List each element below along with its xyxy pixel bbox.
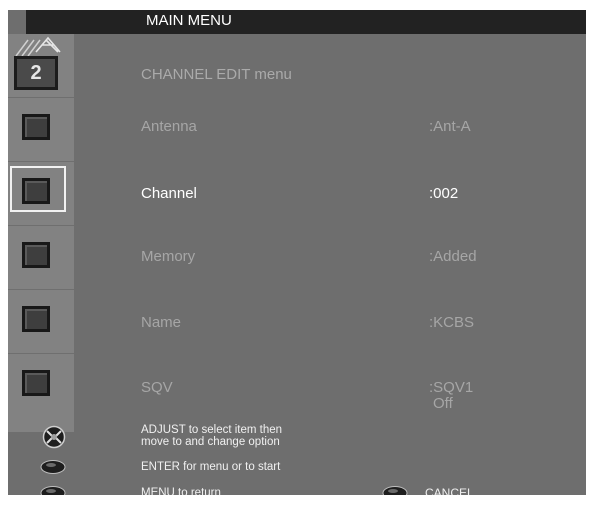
menu-item-channel[interactable]: Channel (141, 185, 197, 202)
square-icon (22, 306, 50, 332)
menu-button-icon (40, 486, 66, 495)
item-icon-cell-antenna[interactable] (8, 98, 74, 162)
help-cancel: CANCEL (425, 486, 474, 495)
item-icon-cell-channel[interactable] (8, 162, 74, 226)
item-icon-cell-name[interactable] (8, 290, 74, 354)
help-enter: ENTER for menu or to start (141, 461, 281, 473)
main-menu-title-bar: MAIN MENU (26, 10, 586, 34)
square-icon (22, 178, 50, 204)
main-menu-title: MAIN MENU (146, 12, 232, 29)
help-adjust-line2: move to and change option (141, 436, 280, 448)
square-icon (22, 242, 50, 268)
menu-item-antenna[interactable]: Antenna (141, 118, 197, 135)
item-icon-cell-sqv[interactable] (8, 354, 74, 418)
channel-edit-menu-title: CHANNEL EDIT menu (141, 66, 292, 83)
square-icon (22, 370, 50, 396)
menu-item-sqv[interactable]: SQV (141, 379, 173, 396)
menu-item-name[interactable]: Name (141, 314, 181, 331)
antenna-icon (15, 36, 61, 57)
menu-value-memory[interactable]: :Added (429, 248, 477, 265)
menu-value-channel[interactable]: :002 (429, 185, 458, 202)
square-icon (22, 114, 50, 140)
menu-value-sqv[interactable]: :SQV1 (429, 379, 473, 396)
help-menu: MENU to return (141, 487, 221, 495)
menu-value-antenna[interactable]: :Ant-A (429, 118, 471, 135)
menu-item-memory[interactable]: Memory (141, 248, 195, 265)
help-adjust-line1: ADJUST to select item then (141, 424, 283, 436)
channel-number-display: 2 (14, 56, 58, 90)
menu-value-name[interactable]: :KCBS (429, 314, 474, 331)
menu-value-sqv-state[interactable]: Off (433, 395, 453, 412)
enter-button-icon (40, 460, 66, 474)
menu-icon-column: 2 (8, 34, 74, 432)
adjust-dial-icon (42, 425, 66, 449)
item-icon-cell-memory[interactable] (8, 226, 74, 290)
tv-osd-screen: MAIN MENU 2 CHANNEL EDIT menu Antenna :A… (8, 10, 586, 495)
cancel-button-icon (382, 486, 408, 495)
channel-number-cell: 2 (8, 34, 74, 98)
